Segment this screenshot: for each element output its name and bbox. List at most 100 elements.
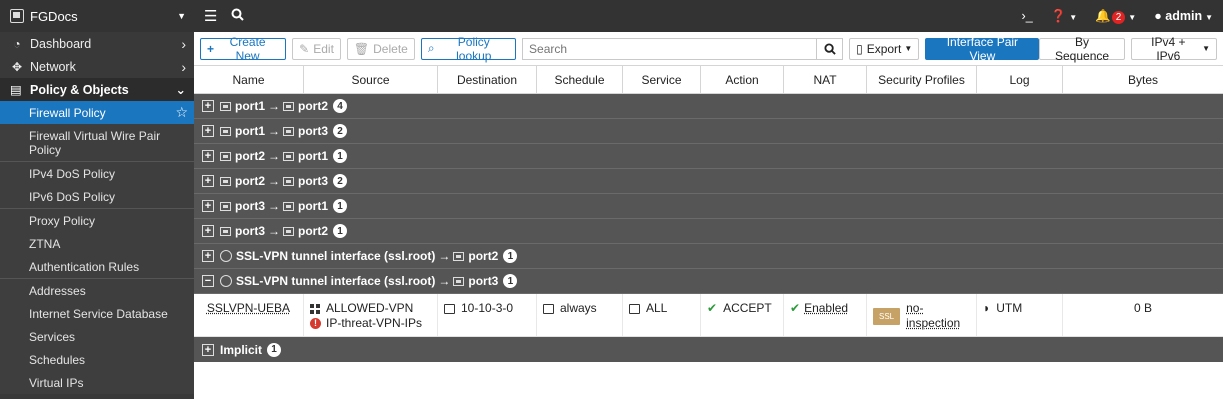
expand-icon[interactable]: +: [202, 343, 214, 356]
nav-ipv6-dos[interactable]: IPv6 DoS Policy: [0, 185, 194, 208]
delete-button[interactable]: 🗑 Delete: [346, 37, 415, 60]
interface-pair-group[interactable]: + port2 → port3 2: [194, 169, 1223, 194]
expand-icon[interactable]: +: [202, 250, 214, 262]
nav-auth-rules[interactable]: Authentication Rules: [0, 255, 194, 278]
cli-console-icon[interactable]: ›_: [1022, 9, 1033, 23]
nav-services[interactable]: Services: [0, 325, 194, 348]
dropdown-value: IPv4 + IPv6: [1151, 34, 1186, 63]
implicit-group[interactable]: + Implicit 1: [194, 337, 1223, 362]
expand-icon[interactable]: +: [202, 100, 214, 112]
nav-firewall-policy[interactable]: Firewall Policy ☆: [0, 101, 194, 124]
column-header[interactable]: Destination: [438, 66, 537, 93]
search-icon[interactable]: [231, 8, 245, 24]
nav-label: Internet Service Database: [29, 306, 168, 321]
nav-dashboard[interactable]: ◔ Dashboard ›: [0, 32, 194, 55]
ip-version-dropdown[interactable]: IPv4 + IPv6 ▼: [1130, 34, 1217, 63]
ssl-tag: SSL: [873, 307, 901, 325]
notifications-menu[interactable]: 🔔 2 ▼: [1095, 9, 1136, 24]
policy-count-badge: 1: [267, 342, 282, 357]
user-icon: ●: [1154, 9, 1162, 23]
help-menu[interactable]: ❓ ▼: [1051, 9, 1078, 24]
expand-icon[interactable]: +: [202, 175, 214, 187]
interface-pair-group[interactable]: + SSL-VPN tunnel interface (ssl.root) → …: [194, 244, 1223, 269]
destination-address[interactable]: 10-10-3-0: [461, 301, 513, 316]
arrow-right-icon: →: [438, 249, 451, 263]
search-input[interactable]: [523, 38, 817, 59]
nav-addresses[interactable]: Addresses: [0, 279, 194, 302]
trash-icon: 🗑: [353, 41, 370, 56]
nav-ztna[interactable]: ZTNA: [0, 232, 194, 255]
interface-pair-group[interactable]: − SSL-VPN tunnel interface (ssl.root) → …: [194, 269, 1223, 294]
arrow-right-icon: →: [268, 199, 280, 213]
interface-pair-group[interactable]: + port3 → port1 1: [194, 194, 1223, 219]
column-header[interactable]: Action: [701, 66, 784, 93]
column-header[interactable]: Log: [977, 66, 1063, 93]
expand-icon[interactable]: +: [202, 125, 214, 137]
column-header[interactable]: Schedule: [537, 66, 623, 93]
nav-label: Virtual IPs: [29, 375, 84, 390]
expand-icon[interactable]: +: [202, 225, 214, 237]
nav-virtual-ips[interactable]: Virtual IPs: [0, 371, 194, 394]
nav-proxy-policy[interactable]: Proxy Policy: [0, 209, 194, 232]
interface-pair-view-button[interactable]: Interface Pair View: [925, 35, 1040, 63]
search-button[interactable]: [816, 38, 842, 59]
nav-policy-objects[interactable]: ▤ Policy & Objects ⌄: [0, 78, 194, 101]
schedule-cell: always: [537, 294, 623, 336]
expand-icon[interactable]: +: [202, 200, 214, 212]
bytes-cell: 0 B: [1063, 294, 1223, 336]
column-header[interactable]: Security Profiles: [867, 66, 977, 93]
create-new-button[interactable]: + Create New: [200, 35, 287, 63]
nav-isdb[interactable]: Internet Service Database: [0, 302, 194, 325]
source-interface: port1: [235, 124, 265, 138]
edit-button[interactable]: ✎ Edit: [292, 37, 341, 60]
source-interface: port1: [235, 99, 265, 113]
nav-network[interactable]: ✥ Network ›: [0, 55, 194, 78]
search-field: [522, 37, 844, 60]
column-header[interactable]: Bytes: [1063, 66, 1223, 93]
expand-icon[interactable]: +: [202, 150, 214, 162]
policy-lookup-button[interactable]: ⌕ Policy lookup: [420, 35, 517, 63]
destination-interface: port2: [298, 224, 328, 238]
nav-ipv4-dos[interactable]: IPv4 DoS Policy: [0, 162, 194, 185]
interface-pair-group[interactable]: + port1 → port3 2: [194, 119, 1223, 144]
interface-pair-group[interactable]: + port1 → port2 4: [194, 94, 1223, 119]
action-cell: ✔ ACCEPT: [701, 294, 784, 336]
policy-count-badge: 1: [333, 224, 347, 238]
security-profile[interactable]: no-inspection: [906, 301, 970, 331]
nav-vwp-policy[interactable]: Firewall Virtual Wire Pair Policy: [0, 124, 194, 161]
column-header[interactable]: Source: [304, 66, 438, 93]
source-address[interactable]: IP-threat-VPN-IPs: [326, 316, 422, 331]
nav-label: Policy & Objects: [30, 82, 129, 97]
notification-count-badge: 2: [1111, 10, 1126, 24]
interface-pair-group[interactable]: + port2 → port1 1: [194, 144, 1223, 169]
collapse-icon[interactable]: −: [202, 275, 214, 287]
device-selector[interactable]: FGDocs ▼: [0, 0, 194, 32]
service-cell: ALL: [623, 294, 701, 336]
port-icon: [453, 276, 465, 286]
toolbar: + Create New ✎ Edit 🗑 Delete ⌕ Policy lookup…: [194, 32, 1223, 65]
column-header[interactable]: Name: [194, 66, 304, 93]
nav-label: Network: [30, 59, 76, 74]
column-header[interactable]: NAT: [784, 66, 867, 93]
top-bar: ☰ ›_ ❓ ▼ 🔔 2 ▼ ● admin ▼: [194, 0, 1223, 32]
nat-value[interactable]: Enabled: [804, 301, 848, 316]
vpn-tunnel-icon: [220, 250, 232, 262]
source-interface: port3: [235, 224, 265, 238]
favorite-star-icon[interactable]: ☆: [175, 104, 188, 121]
nav-label: Proxy Policy: [29, 213, 96, 228]
warning-icon: !: [310, 318, 321, 329]
by-sequence-button[interactable]: By Sequence: [1039, 35, 1125, 63]
nav-schedules[interactable]: Schedules: [0, 348, 194, 371]
hamburger-menu-icon[interactable]: ☰: [204, 7, 217, 25]
source-address[interactable]: ALLOWED-VPN: [326, 301, 413, 316]
column-header[interactable]: Service: [623, 66, 701, 93]
service-value[interactable]: ALL: [646, 301, 667, 316]
destination-interface: port2: [298, 99, 328, 113]
user-name: admin: [1165, 9, 1203, 23]
policy-row[interactable]: SSLVPN-UEBA ALLOWED-VPN ! IP-threat-VPN-I…: [194, 294, 1223, 337]
interface-pair-group[interactable]: + port3 → port2 1: [194, 219, 1223, 244]
policy-name[interactable]: SSLVPN-UEBA: [207, 301, 290, 315]
export-button[interactable]: ▯ Export ▼: [849, 37, 920, 60]
schedule-value[interactable]: always: [560, 301, 597, 316]
user-menu[interactable]: ● admin ▼: [1154, 9, 1213, 23]
